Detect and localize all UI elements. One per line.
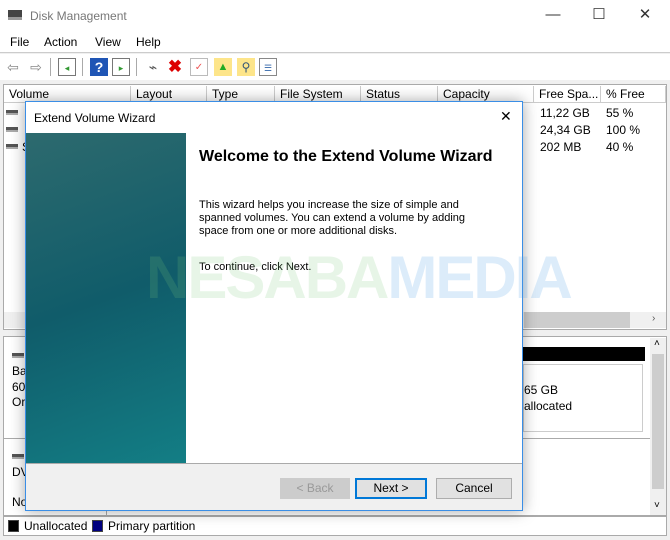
dvd-icon [12, 454, 24, 459]
free-space: 202 MB [540, 140, 582, 154]
partition-size: 65 GB [524, 383, 559, 397]
action-pane-icon[interactable]: ▸ [112, 58, 130, 76]
unallocated-bar [523, 347, 645, 361]
volume-icon [6, 144, 18, 149]
unallocated-partition[interactable]: 65 GB allocated [523, 364, 643, 432]
scrollbar-thumb[interactable] [524, 312, 630, 328]
dialog-title: Extend Volume Wizard [34, 111, 156, 125]
disk-status: Or [12, 395, 26, 409]
percent-free: 55 % [606, 106, 634, 120]
percent-free: 100 % [606, 123, 641, 137]
column-percent-free[interactable]: % Free [601, 86, 666, 103]
wizard-heading: Welcome to the Extend Volume Wizard [199, 148, 493, 165]
back-icon[interactable]: ⇦ [4, 58, 22, 76]
partition-status: allocated [524, 399, 573, 413]
legend-swatch-unallocated [8, 520, 19, 532]
dialog-title-bar: Extend Volume Wizard ✕ [26, 102, 522, 133]
legend-label: Unallocated [24, 519, 88, 533]
menu-view[interactable]: View [95, 35, 121, 49]
window-title: Disk Management [30, 9, 127, 23]
scrollbar-thumb[interactable] [652, 354, 664, 489]
connect-icon[interactable]: ⌁ [144, 58, 162, 76]
disk-icon [12, 353, 24, 358]
console-tree-icon[interactable]: ◂ [58, 58, 76, 76]
extend-volume-wizard-dialog: Extend Volume Wizard ✕ Welcome to the Ex… [25, 101, 573, 511]
cancel-button[interactable]: Cancel [436, 478, 512, 499]
watermark-logo: NESABAMEDIA [146, 244, 573, 311]
separator [82, 58, 83, 76]
volume-icon [6, 127, 18, 132]
vertical-scrollbar[interactable]: ˄ ˅ [650, 338, 666, 515]
scroll-right-icon[interactable]: › [652, 313, 655, 324]
folder-up-icon[interactable]: ▲ [214, 58, 232, 76]
search-icon[interactable]: ⚲ [237, 58, 255, 76]
delete-icon[interactable]: ✖ [166, 58, 184, 76]
back-button[interactable]: < Back [280, 478, 350, 499]
wizard-content: Welcome to the Extend Volume Wizard This… [146, 133, 573, 463]
menu-file[interactable]: File [10, 35, 29, 49]
help-icon[interactable]: ? [90, 58, 108, 76]
menu-action[interactable]: Action [44, 35, 77, 49]
properties-icon[interactable]: ✓ [190, 58, 208, 76]
scroll-up-icon[interactable]: ˄ [654, 338, 660, 349]
disk-icon [8, 10, 22, 20]
legend-swatch-primary [92, 520, 103, 532]
close-button[interactable]: ✕ [622, 0, 668, 32]
dialog-close-button[interactable]: ✕ [500, 108, 512, 125]
legend-label: Primary partition [108, 519, 196, 533]
scroll-down-icon[interactable]: ˅ [654, 500, 660, 511]
volume-icon [6, 110, 18, 115]
title-bar: Disk Management — ☐ ✕ [0, 0, 670, 32]
separator [50, 58, 51, 76]
free-space: 11,22 GB [540, 106, 590, 120]
menu-bar: File Action View Help [0, 32, 670, 53]
wizard-description: This wizard helps you increase the size … [199, 199, 466, 237]
next-button[interactable]: Next > [355, 478, 427, 499]
checklist-icon[interactable]: ☰ [259, 58, 277, 76]
divider [26, 463, 522, 464]
free-space: 24,34 GB [540, 123, 591, 137]
percent-free: 40 % [606, 140, 634, 154]
toolbar: ⇦ ⇨ ◂ ? ▸ ⌁ ✖ ✓ ▲ ⚲ ☰ [0, 54, 670, 80]
separator [136, 58, 137, 76]
column-free-space[interactable]: Free Spa... [534, 86, 601, 103]
legend: Unallocated Primary partition [3, 516, 667, 536]
forward-icon[interactable]: ⇨ [27, 58, 45, 76]
menu-help[interactable]: Help [136, 35, 161, 49]
minimize-button[interactable]: — [530, 0, 576, 32]
maximize-button[interactable]: ☐ [576, 0, 622, 32]
